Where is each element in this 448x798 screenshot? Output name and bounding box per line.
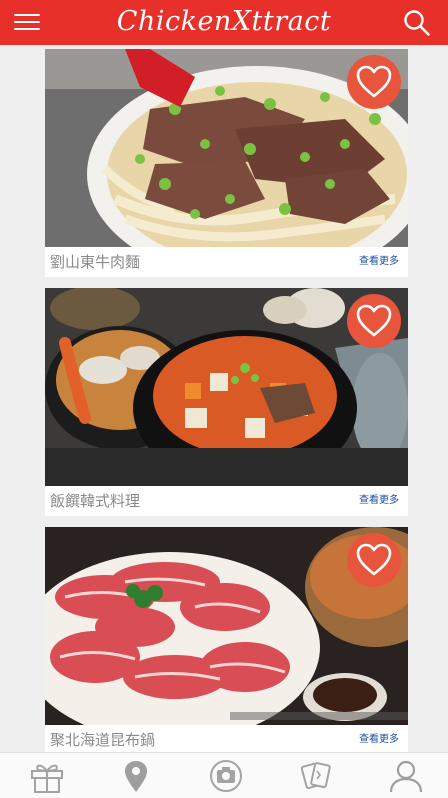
card-caption: 聚北海道昆布鍋 查看更多	[45, 725, 408, 752]
restaurant-feed[interactable]: 劉山東牛肉麵 查看更多 飯饌韓式料理 查看更多 聚北海道昆布鍋 查看更多	[0, 45, 448, 752]
camera-icon[interactable]	[206, 759, 246, 793]
see-more-link[interactable]: 查看更多	[359, 733, 399, 746]
restaurant-name: 飯饌韓式料理	[50, 492, 141, 510]
top-bar: ChickenXttract	[0, 0, 448, 45]
restaurant-card[interactable]: 飯饌韓式料理 查看更多	[45, 288, 408, 516]
heart-icon	[356, 543, 392, 576]
hotpot-meat-photo[interactable]	[45, 527, 408, 725]
location-pin-icon[interactable]	[116, 759, 156, 793]
see-more-link[interactable]: 查看更多	[359, 494, 399, 507]
restaurant-card[interactable]: 聚北海道昆布鍋 查看更多	[45, 527, 408, 752]
beef-noodle-soup-photo[interactable]	[45, 49, 408, 247]
card-caption: 劉山東牛肉麵 查看更多	[45, 247, 408, 277]
cards-icon[interactable]	[296, 759, 336, 793]
heart-icon	[356, 65, 392, 98]
favorite-button[interactable]	[347, 55, 401, 109]
restaurant-name: 劉山東牛肉麵	[50, 253, 141, 271]
bottom-tab-bar	[0, 752, 448, 798]
restaurant-name: 聚北海道昆布鍋	[50, 731, 156, 749]
see-more-link[interactable]: 查看更多	[359, 255, 399, 268]
search-icon[interactable]	[403, 9, 431, 37]
korean-stew-photo[interactable]	[45, 288, 408, 486]
app-logo: ChickenXttract	[116, 6, 332, 37]
favorite-button[interactable]	[347, 533, 401, 587]
favorite-button[interactable]	[347, 294, 401, 348]
heart-icon	[356, 304, 392, 337]
gift-icon[interactable]	[27, 759, 67, 793]
user-icon[interactable]	[386, 759, 426, 793]
card-caption: 飯饌韓式料理 查看更多	[45, 486, 408, 516]
restaurant-card[interactable]: 劉山東牛肉麵 查看更多	[45, 49, 408, 277]
